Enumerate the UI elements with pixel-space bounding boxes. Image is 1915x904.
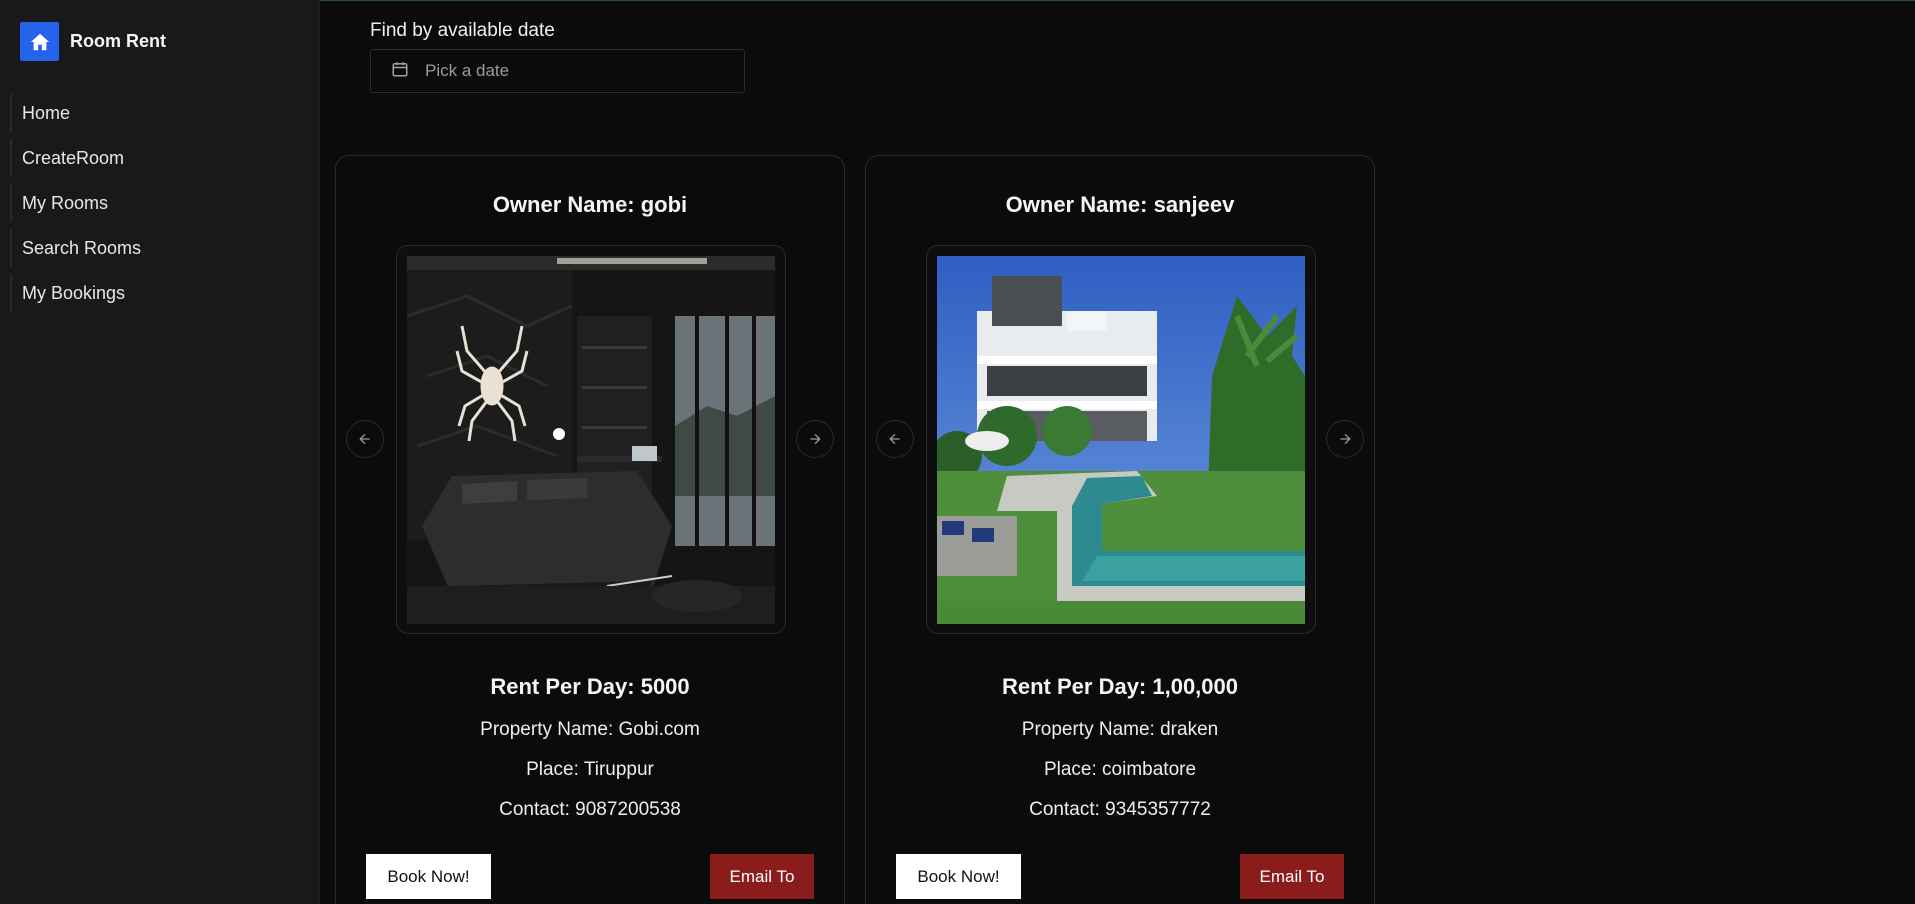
rent-per-day: Rent Per Day: 5000 (490, 674, 690, 699)
arrow-right-icon (1340, 433, 1351, 445)
room-card: Owner Name: sanjeev Rent Per Day: 1,00,0… (865, 155, 1375, 904)
place: Place: Tiruppur (526, 759, 654, 780)
sidebar-item-my-bookings[interactable]: My Bookings (10, 274, 310, 312)
calendar-icon (391, 60, 409, 83)
sidebar-nav: Home CreateRoom My Rooms Search Rooms My… (10, 94, 310, 319)
book-now-button[interactable]: Book Now! (896, 854, 1021, 899)
contact: Contact: 9087200538 (499, 799, 681, 820)
room-image-carousel (926, 245, 1316, 634)
date-filter: Find by available date Pick a date (370, 20, 745, 93)
room-photo (407, 256, 775, 624)
place: Place: coimbatore (1043, 759, 1197, 780)
sidebar-item-search-rooms[interactable]: Search Rooms (10, 229, 310, 267)
carousel-prev-button[interactable] (346, 420, 384, 458)
carousel-next-button[interactable] (796, 420, 834, 458)
filter-label: Find by available date (370, 20, 555, 41)
sidebar-item-my-rooms[interactable]: My Rooms (10, 184, 310, 222)
rent-per-day: Rent Per Day: 1,00,000 (1001, 674, 1239, 699)
arrow-right-icon (810, 433, 821, 445)
room-card: Owner Name: gobi Rent Per Day: 5000 Prop… (335, 155, 845, 904)
app-title: Room Rent (70, 31, 166, 51)
room-photo (937, 256, 1305, 624)
property-name: Property Name: Gobi.com (480, 719, 700, 740)
owner-name: Owner Name: gobi (492, 192, 688, 217)
book-now-button[interactable]: Book Now! (366, 854, 491, 899)
owner-name: Owner Name: sanjeev (1005, 192, 1235, 217)
email-to-button[interactable]: Email To (1240, 854, 1344, 899)
carousel-next-button[interactable] (1326, 420, 1364, 458)
date-picker-button[interactable]: Pick a date (370, 49, 745, 93)
sidebar-item-home[interactable]: Home (10, 94, 310, 132)
contact: Contact: 9345357772 (1029, 799, 1211, 820)
sidebar: Room Rent Home CreateRoom My Rooms Searc… (0, 0, 320, 904)
email-to-button[interactable]: Email To (710, 854, 814, 899)
date-picker-placeholder: Pick a date (425, 61, 510, 80)
brand[interactable]: Room Rent (20, 22, 166, 61)
arrow-left-icon (889, 433, 900, 445)
home-icon (20, 22, 59, 61)
room-image-carousel (396, 245, 786, 634)
arrow-left-icon (359, 433, 370, 445)
property-name: Property Name: draken (1021, 719, 1219, 740)
sidebar-item-create-room[interactable]: CreateRoom (10, 139, 310, 177)
carousel-prev-button[interactable] (876, 420, 914, 458)
